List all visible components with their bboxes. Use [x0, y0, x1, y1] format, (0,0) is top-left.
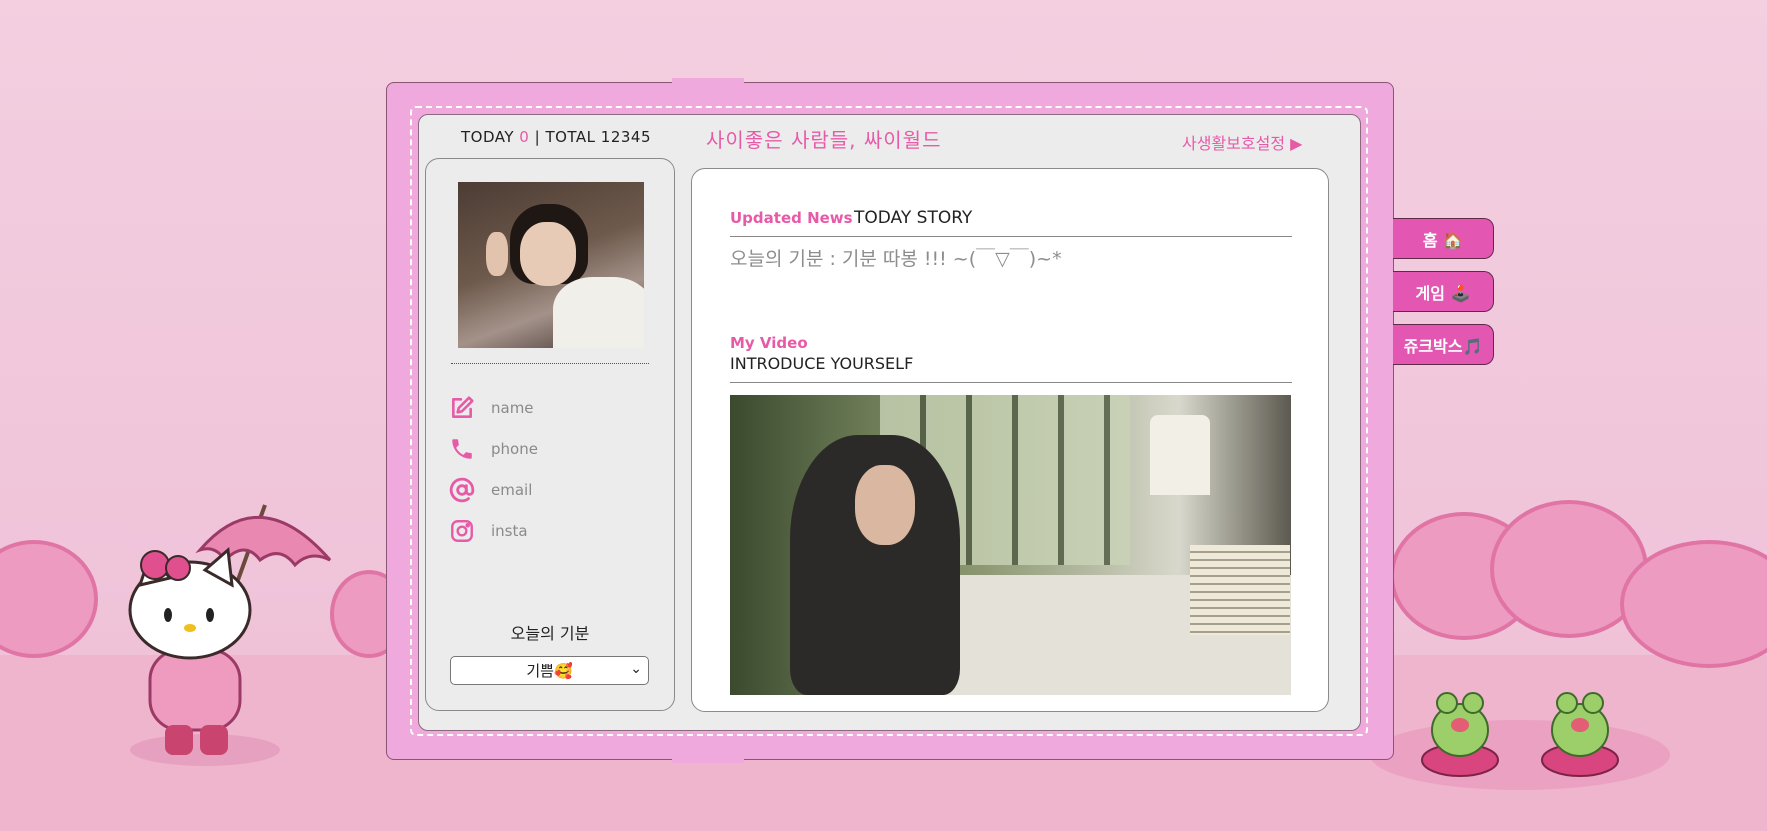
profile-field-phone[interactable]: phone — [449, 434, 538, 464]
video-title: INTRODUCE YOURSELF — [730, 354, 914, 373]
total-count: | TOTAL 12345 — [534, 128, 652, 146]
today-mood-text: 오늘의 기분 : 기분 따봉 !!! ~(￣▽￣)~* — [730, 248, 1062, 270]
profile-photo — [458, 182, 644, 348]
mood-selected-value: 기쁨🥰 — [526, 662, 573, 680]
phone-icon — [452, 439, 472, 459]
profile-field-label: name — [491, 399, 534, 417]
site-title: 사이좋은 사람들, 싸이월드 — [706, 128, 942, 152]
at-icon — [449, 477, 475, 503]
book-spine-top — [672, 78, 744, 94]
profile-field-name[interactable]: name — [449, 393, 534, 423]
visitor-counter: TODAY 0 | TOTAL 12345 — [461, 128, 651, 146]
profile-field-label: insta — [491, 522, 528, 540]
mood-label: 오늘의 기분 — [510, 624, 590, 643]
today-label: TODAY — [461, 128, 515, 146]
frog-illustration — [1421, 692, 1619, 777]
profile-field-label: phone — [491, 440, 538, 458]
updated-news-label: Updated News — [730, 209, 853, 227]
mood-select[interactable]: 기쁨🥰 ⌄ — [450, 656, 649, 685]
profile-field-label: email — [491, 481, 533, 499]
news-divider — [730, 236, 1292, 237]
tab-game[interactable]: 게임 🕹️ — [1393, 271, 1494, 312]
today-count: 0 — [519, 128, 530, 146]
news-title[interactable]: TODAY STORY — [854, 208, 972, 228]
instagram-icon — [451, 520, 473, 542]
my-video-label: My Video — [730, 334, 808, 352]
tab-jukebox[interactable]: 쥬크박스🎵 — [1393, 324, 1494, 365]
video-player[interactable] — [730, 395, 1291, 695]
hello-kitty-illustration — [128, 504, 332, 766]
chevron-down-icon: ⌄ — [630, 661, 642, 677]
privacy-settings-link[interactable]: 사생활보호설정 ▶ — [1182, 130, 1302, 154]
profile-field-email[interactable]: email — [449, 475, 532, 505]
book-spine-bottom — [672, 747, 744, 763]
video-divider — [730, 382, 1292, 383]
edit-icon — [452, 396, 474, 418]
tab-home[interactable]: 홈 🏠 — [1393, 218, 1494, 259]
profile-divider — [451, 363, 649, 364]
profile-field-insta[interactable]: insta — [449, 516, 528, 546]
